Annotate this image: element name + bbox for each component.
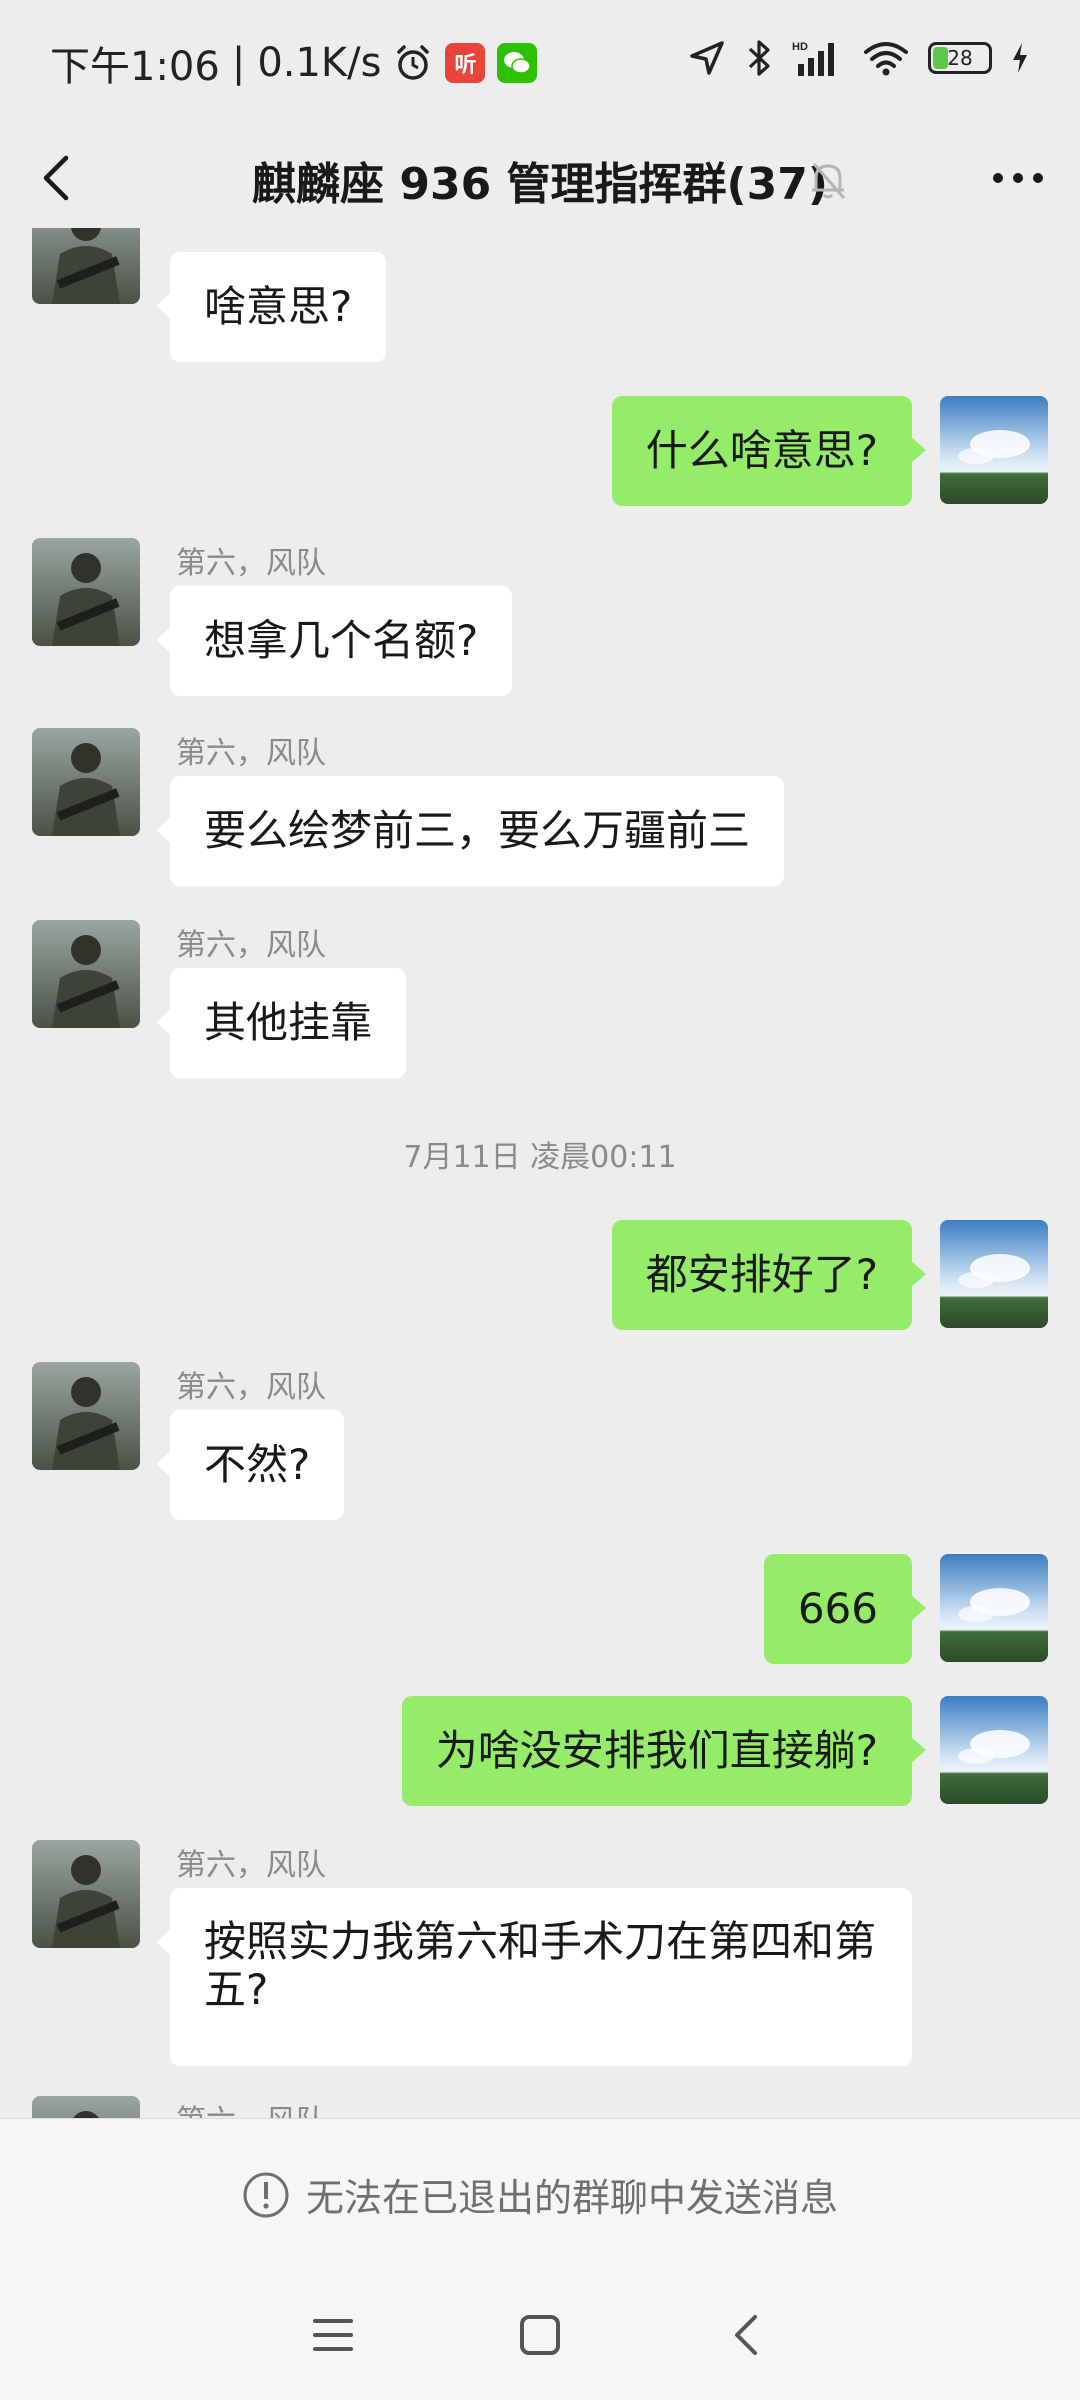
home-nav-button[interactable] bbox=[510, 2305, 570, 2365]
charging-icon bbox=[1013, 43, 1027, 73]
signal-icon: HD bbox=[792, 41, 834, 76]
avatar[interactable] bbox=[940, 396, 1048, 504]
sender-name: 第六，风队 bbox=[176, 1848, 326, 1883]
message-bubble-incoming[interactable]: 要么绘梦前三，要么万疆前三 bbox=[155, 776, 785, 886]
avatar[interactable] bbox=[940, 1220, 1048, 1328]
network-speed: 0.1K/s bbox=[257, 40, 382, 86]
status-time: 下午1:06 bbox=[50, 44, 220, 90]
back-nav-button[interactable] bbox=[717, 2305, 777, 2365]
message-bubble-incoming[interactable]: 按照实力我第六和手术刀在第四和第五? bbox=[156, 1888, 912, 2066]
message-bubble-incoming[interactable]: 其他挂靠 bbox=[155, 968, 407, 1078]
avatar[interactable] bbox=[32, 2096, 140, 2118]
avatar[interactable] bbox=[32, 228, 140, 304]
disabled-input-notice: 无法在已退出的群聊中发送消息 bbox=[0, 2118, 1080, 2270]
avatar[interactable] bbox=[32, 728, 140, 836]
message-bubble-outgoing[interactable]: 666 bbox=[763, 1554, 927, 1664]
mute-icon bbox=[812, 163, 846, 199]
status-bar: 下午1:06 | 0.1K/s 听 HD 28 bbox=[0, 0, 1080, 128]
location-icon bbox=[690, 41, 724, 75]
sender-name: 第六，风队 bbox=[176, 2096, 326, 2118]
message-bubble-incoming[interactable]: 想拿几个名额? bbox=[155, 586, 513, 696]
message-bubble-outgoing[interactable]: 都安排好了? bbox=[611, 1220, 927, 1330]
chat-timestamp: 7月11日 凌晨00:11 bbox=[403, 1140, 677, 1175]
bluetooth-icon bbox=[748, 40, 770, 76]
avatar[interactable] bbox=[32, 920, 140, 1028]
more-options-button[interactable] bbox=[986, 152, 1050, 204]
sender-name: 第六，风队 bbox=[176, 546, 326, 581]
battery-icon: 28 bbox=[928, 42, 992, 74]
alarm-icon bbox=[397, 45, 430, 80]
message-bubble-outgoing[interactable]: 什么啥意思? bbox=[611, 396, 927, 506]
svg-text:HD: HD bbox=[792, 41, 808, 53]
system-navigation-bar bbox=[0, 2270, 1080, 2400]
chat-header: 麒麟座 936 管理指挥群(37) bbox=[0, 128, 1080, 228]
notice-text: 无法在已退出的群聊中发送消息 bbox=[305, 2176, 838, 2220]
avatar[interactable] bbox=[32, 1840, 140, 1948]
info-icon bbox=[243, 2172, 289, 2217]
avatar[interactable] bbox=[32, 1362, 140, 1470]
listen-app-icon: 听 bbox=[445, 43, 486, 83]
sender-name: 第六，风队 bbox=[176, 1370, 326, 1405]
chat-message-list[interactable]: 啥意思? 什么啥意思? 第六，风队 想拿几个名额? 第六，风队 要么绘梦前三，要… bbox=[0, 228, 1080, 2118]
wechat-icon bbox=[497, 43, 538, 83]
chat-title: 麒麟座 936 管理指挥群(37) bbox=[252, 159, 828, 210]
sender-name: 第六，风队 bbox=[176, 736, 326, 771]
message-bubble-incoming[interactable]: 不然? bbox=[155, 1410, 345, 1520]
avatar[interactable] bbox=[32, 538, 140, 646]
message-bubble-incoming[interactable]: 啥意思? bbox=[155, 252, 387, 362]
avatar[interactable] bbox=[940, 1696, 1048, 1804]
battery-level: 28 bbox=[947, 46, 973, 70]
avatar[interactable] bbox=[940, 1554, 1048, 1662]
sender-name: 第六，风队 bbox=[176, 928, 326, 963]
message-bubble-outgoing[interactable]: 为啥没安排我们直接躺? bbox=[401, 1696, 927, 1806]
wifi-icon bbox=[864, 42, 908, 76]
menu-nav-button[interactable] bbox=[303, 2305, 363, 2365]
